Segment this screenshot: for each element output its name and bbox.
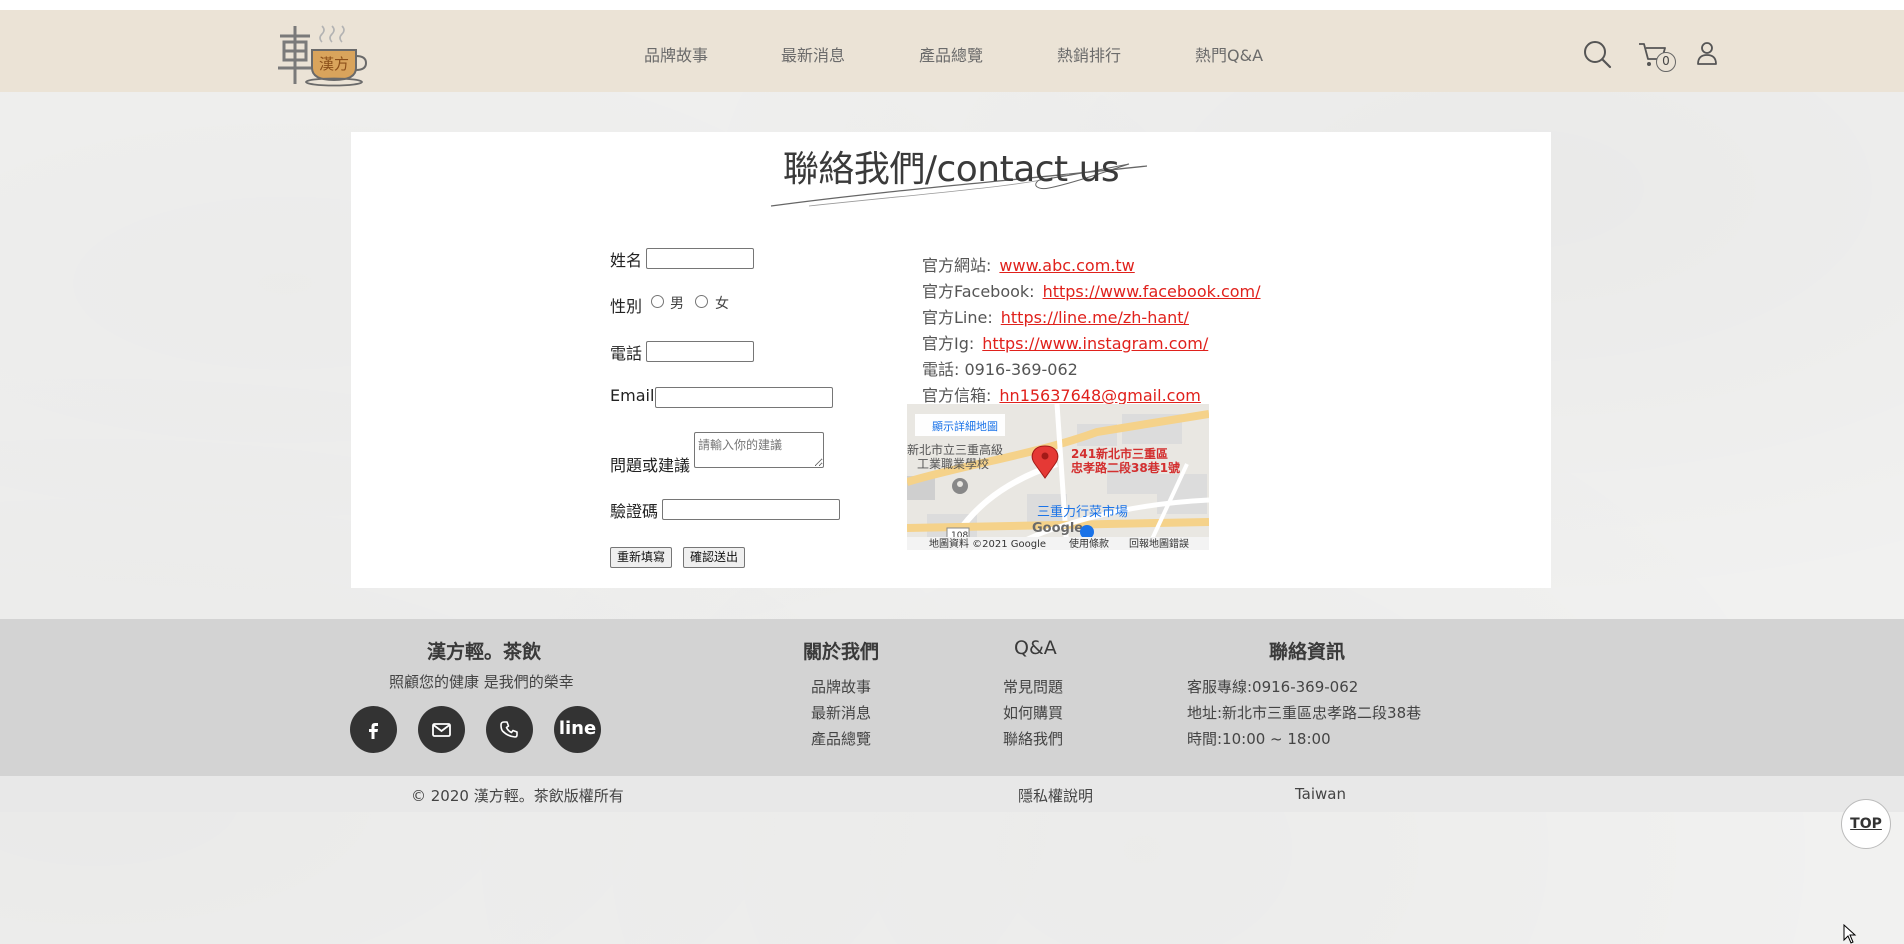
gender-female-label: 女 bbox=[715, 296, 729, 312]
nav-products[interactable]: 產品總覽 bbox=[919, 42, 983, 66]
site-logo[interactable]: 漢方 bbox=[276, 20, 372, 88]
footer-about-title: 關於我們 bbox=[803, 641, 880, 663]
line-link[interactable]: https://line.me/zh-hant/ bbox=[1001, 308, 1189, 327]
phone-button[interactable] bbox=[486, 706, 533, 753]
svg-text:地圖資料 ©2021 Google: 地圖資料 ©2021 Google bbox=[929, 537, 1046, 550]
gender-male-radio[interactable] bbox=[651, 295, 664, 308]
info-email: 官方信箱: hn15637648@gmail.com bbox=[922, 382, 1201, 406]
contact-panel: 聯絡我們/contact us 姓名 性別 男 女 電話 Email 問題或建議… bbox=[351, 132, 1551, 588]
website-link[interactable]: www.abc.com.tw bbox=[999, 256, 1134, 275]
submit-button[interactable]: 確認送出 bbox=[683, 547, 746, 568]
svg-text:使用條款: 使用條款 bbox=[1069, 537, 1109, 550]
email-link[interactable]: hn15637648@gmail.com bbox=[999, 386, 1200, 405]
copyright-bar: © 2020 漢方輕。茶飲版權所有 隱私權說明 Taiwan bbox=[0, 776, 1904, 812]
footer-contact-phone: 客服專線:0916-369-062 bbox=[1187, 678, 1359, 696]
svg-text:工業職業學校: 工業職業學校 bbox=[917, 456, 989, 471]
nav-best-sellers[interactable]: 熱銷排行 bbox=[1057, 42, 1121, 66]
cart-count-badge: 0 bbox=[1656, 52, 1676, 72]
line-button[interactable]: line bbox=[554, 706, 601, 753]
footer-link-faq[interactable]: 常見問題 bbox=[1003, 676, 1063, 697]
site-header: 漢方 品牌故事 最新消息 產品總覽 熱銷排行 熱門Q&A 0 bbox=[0, 10, 1904, 92]
svg-text:241新北市三重區: 241新北市三重區 bbox=[1071, 446, 1168, 461]
footer-contact-address: 地址:新北市三重區忠孝路二段38巷 bbox=[1187, 704, 1422, 722]
browser-top-strip bbox=[0, 0, 1904, 10]
instagram-link[interactable]: https://www.instagram.com/ bbox=[982, 334, 1208, 353]
google-map[interactable]: 顯示詳細地圖 新北市立三重高級 工業職業學校 241新北市三重區 忠孝路二段38… bbox=[907, 404, 1209, 550]
email-label: Email bbox=[610, 386, 655, 405]
svg-text:回報地圖錯誤: 回報地圖錯誤 bbox=[1129, 537, 1189, 550]
site-footer: 漢方輕。茶飲 照顧您的健康 是我們的榮幸 line 關於我們 品牌故事 最新消息… bbox=[0, 619, 1904, 776]
suggestion-label: 問題或建議 bbox=[610, 456, 691, 475]
info-website: 官方網站: www.abc.com.tw bbox=[922, 252, 1135, 276]
gender-label: 性別 bbox=[610, 297, 643, 316]
captcha-label: 驗證碼 bbox=[610, 502, 659, 521]
name-input[interactable] bbox=[646, 248, 754, 269]
svg-text:顯示詳細地圖: 顯示詳細地圖 bbox=[932, 419, 998, 433]
facebook-link[interactable]: https://www.facebook.com/ bbox=[1043, 282, 1261, 301]
info-facebook: 官方Facebook: https://www.facebook.com/ bbox=[922, 278, 1261, 302]
footer-link-contact[interactable]: 聯絡我們 bbox=[1003, 728, 1063, 749]
email-button[interactable] bbox=[418, 706, 465, 753]
footer-contact-hours: 時間:10:00 ~ 18:00 bbox=[1187, 730, 1331, 748]
footer-brand-title: 漢方輕。茶飲 bbox=[427, 641, 542, 663]
instagram-label: 官方Ig: bbox=[922, 334, 975, 353]
footer-link-how-to-buy[interactable]: 如何購買 bbox=[1003, 702, 1063, 723]
copyright-text: © 2020 漢方輕。茶飲版權所有 bbox=[411, 787, 624, 805]
svg-text:新北市立三重高級: 新北市立三重高級 bbox=[907, 442, 1003, 457]
search-icon[interactable] bbox=[1580, 37, 1614, 71]
mouse-cursor-icon bbox=[1843, 924, 1857, 944]
email-info-label: 官方信箱: bbox=[922, 386, 992, 405]
facebook-button[interactable] bbox=[350, 706, 397, 753]
website-label: 官方網站: bbox=[922, 256, 992, 275]
footer-link-brand-story[interactable]: 品牌故事 bbox=[811, 676, 871, 697]
phone-icon bbox=[500, 721, 518, 738]
facebook-icon bbox=[369, 723, 378, 739]
footer-link-products[interactable]: 產品總覽 bbox=[811, 728, 871, 749]
footer-qa-title: Q&A bbox=[1014, 637, 1057, 659]
line-label: 官方Line: bbox=[922, 308, 993, 327]
mail-icon bbox=[432, 723, 451, 737]
nav-brand-story[interactable]: 品牌故事 bbox=[644, 42, 708, 66]
phone-input[interactable] bbox=[646, 341, 754, 362]
nav-faq[interactable]: 熱門Q&A bbox=[1195, 42, 1263, 66]
info-phone: 電話: 0916-369-062 bbox=[922, 360, 1078, 379]
page-title: 聯絡我們/contact us bbox=[782, 149, 1120, 190]
svg-text:三重力行菜市場: 三重力行菜市場 bbox=[1037, 504, 1128, 520]
svg-text:漢方: 漢方 bbox=[319, 55, 349, 73]
suggestion-textarea[interactable] bbox=[694, 432, 824, 468]
map-canvas: 顯示詳細地圖 新北市立三重高級 工業職業學校 241新北市三重區 忠孝路二段38… bbox=[907, 404, 1209, 550]
gender-female-radio[interactable] bbox=[695, 295, 708, 308]
phone-label: 電話 bbox=[610, 344, 643, 363]
facebook-label: 官方Facebook: bbox=[922, 282, 1035, 301]
footer-brand-slogan: 照顧您的健康 是我們的榮幸 bbox=[389, 673, 574, 691]
info-line: 官方Line: https://line.me/zh-hant/ bbox=[922, 304, 1189, 328]
footer-contact-title: 聯絡資訊 bbox=[1269, 641, 1346, 663]
line-button-label: line bbox=[558, 718, 597, 739]
svg-text:忠孝路二段38巷1號: 忠孝路二段38巷1號 bbox=[1071, 460, 1180, 475]
info-instagram: 官方Ig: https://www.instagram.com/ bbox=[922, 330, 1208, 354]
user-icon[interactable] bbox=[1690, 37, 1724, 71]
nav-news[interactable]: 最新消息 bbox=[781, 42, 845, 66]
reset-button[interactable]: 重新填寫 bbox=[610, 547, 673, 568]
email-input[interactable] bbox=[655, 387, 833, 408]
name-label: 姓名 bbox=[610, 251, 643, 270]
logo-cup-icon: 漢方 bbox=[278, 25, 368, 87]
region-link[interactable]: Taiwan bbox=[1295, 785, 1346, 803]
gender-male-label: 男 bbox=[670, 296, 684, 312]
footer-link-news[interactable]: 最新消息 bbox=[811, 702, 871, 723]
privacy-link[interactable]: 隱私權說明 bbox=[1018, 785, 1093, 806]
svg-text:Google: Google bbox=[1032, 521, 1083, 536]
captcha-input[interactable] bbox=[662, 499, 840, 520]
back-to-top-button[interactable]: TOP bbox=[1841, 799, 1891, 849]
